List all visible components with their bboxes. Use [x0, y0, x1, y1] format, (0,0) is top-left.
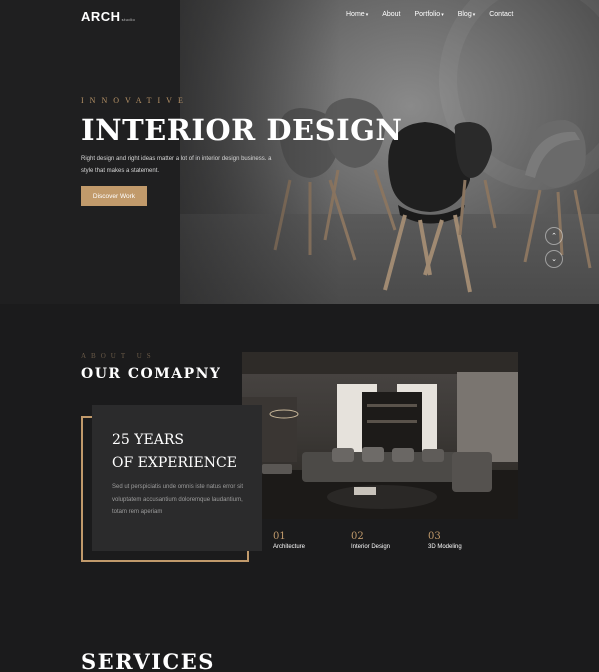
feature-number: 03	[428, 531, 441, 542]
hero-description: Right design and right ideas matter a lo…	[81, 156, 272, 174]
experience-title-line2: OF EXPERIENCE	[112, 455, 237, 471]
experience-text: Sed ut perspiciatis unde omnis iste natu…	[112, 484, 244, 515]
discover-work-button[interactable]: Discover Work	[81, 186, 147, 206]
slider-prev-button[interactable]: ⌃	[545, 227, 563, 245]
nav-item-contact[interactable]: Contact	[489, 11, 513, 18]
feature-number: 01	[273, 531, 286, 542]
slider-next-button[interactable]: ⌄	[545, 250, 563, 268]
chevron-down-icon: ⌄	[551, 256, 557, 263]
nav-item-label: Home	[346, 11, 365, 18]
nav-item-blog[interactable]: Blog▾	[458, 11, 476, 18]
living-room-illustration	[242, 352, 518, 519]
hero-section: ARCHstudio Home▾ About Portfolio▾ Blog▾ …	[0, 0, 599, 304]
hero-left-panel	[0, 0, 180, 304]
hero-image	[180, 0, 599, 304]
services-title: SERVICES	[81, 649, 215, 672]
main-nav: Home▾ About Portfolio▾ Blog▾ Contact	[346, 11, 527, 18]
nav-item-label: Blog	[457, 11, 472, 18]
about-title: OUR COMAPNY	[81, 366, 222, 382]
feature-interior-design: 02 Interior Design	[351, 531, 390, 550]
feature-label: Interior Design	[351, 544, 391, 550]
nav-item-home[interactable]: Home▾	[346, 11, 368, 18]
chevron-up-icon: ⌃	[551, 233, 557, 240]
feature-architecture: 01 Architecture	[273, 531, 305, 550]
experience-title-line1: 25 YEARS	[112, 432, 184, 448]
hero-title: INTERIOR DESIGN	[81, 113, 403, 147]
nav-item-label: Portfolio	[414, 11, 441, 18]
feature-label: 3D Modeling	[428, 544, 462, 550]
nav-item-portfolio[interactable]: Portfolio▾	[415, 11, 444, 18]
hero-image-shade	[180, 0, 340, 304]
living-room-image	[242, 352, 518, 519]
nav-item-label: Contact	[489, 11, 514, 18]
about-eyebrow: ABOUT US	[81, 352, 156, 360]
experience-card	[92, 405, 262, 551]
brand-name: ARCH	[81, 9, 121, 24]
brand-tagline: studio	[121, 17, 136, 22]
nav-item-label: About	[382, 11, 401, 18]
chevron-down-icon: ▾	[441, 12, 444, 18]
chevron-down-icon: ▾	[472, 12, 476, 18]
feature-3d-modeling: 03 3D Modeling	[428, 531, 462, 550]
feature-number: 02	[351, 531, 364, 542]
hero-eyebrow: INNOVATIVE	[81, 96, 189, 105]
experience-title: 25 YEARS OF EXPERIENCE	[112, 429, 237, 475]
brand-logo[interactable]: ARCHstudio	[81, 9, 135, 24]
feature-label: Architecture	[273, 544, 306, 550]
nav-item-about[interactable]: About	[382, 11, 400, 18]
chevron-down-icon: ▾	[365, 12, 369, 18]
